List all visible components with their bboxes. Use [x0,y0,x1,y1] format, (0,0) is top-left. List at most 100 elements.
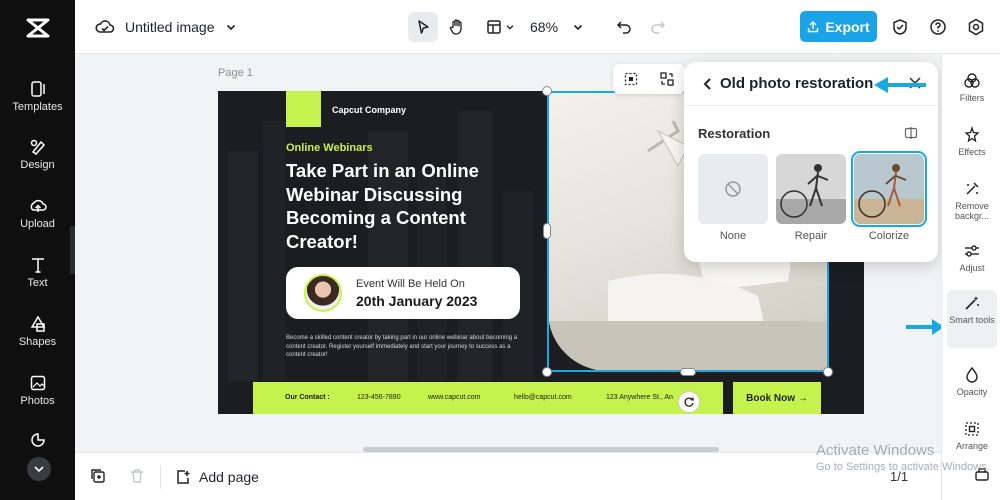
shield-check-icon [893,19,907,35]
select-tool-button[interactable] [408,12,438,42]
contact-phone: 123-456-7890 [357,394,401,401]
pointer-icon [418,20,429,34]
delete-page-icon[interactable] [128,467,146,485]
colorize-preview-image [854,154,924,224]
photos-icon [30,375,45,391]
chevron-down-icon [573,24,583,31]
panel-title: Old photo restoration [720,75,874,92]
smart-tools-icon [965,296,979,310]
rotate-icon [684,397,694,407]
zoom-control[interactable]: 68% [530,12,584,42]
chevron-down-icon [506,25,513,30]
capcut-logo[interactable] [24,14,52,42]
option-thumbnail-repair [776,154,846,224]
rail-item-label: Upload [20,218,55,230]
resize-handle-left[interactable] [543,223,551,239]
tool-smart-tools[interactable]: Smart tools [947,290,997,348]
document-title[interactable]: Untitled image [125,19,215,35]
tool-adjust[interactable]: Adjust [947,238,997,292]
help-button[interactable] [923,12,953,42]
document-title-control[interactable]: Untitled image [95,14,237,40]
cloud-sync-icon [95,20,115,33]
tool-label: Remove backgr... [954,201,990,221]
compare-icon[interactable] [904,126,918,140]
rail-item-upload[interactable]: Upload [0,197,75,247]
redo-button[interactable] [645,12,671,42]
back-button[interactable]: Old photo restoration [702,75,873,92]
help-icon [930,19,946,35]
tool-effects[interactable]: Effects [947,122,997,176]
tool-label: Filters [959,93,985,103]
text-icon [31,258,44,273]
resize-handle-bottom-left[interactable] [542,367,552,377]
watermark-title: Activate Windows [816,442,935,459]
annotation-arrowhead-left [874,77,888,93]
repair-preview-image [776,154,846,224]
export-button[interactable]: Export [800,11,877,42]
logo-block [286,91,321,127]
app-root: Templates Design Upload Text Shapes Phot… [0,0,1000,500]
remove-background-icon [966,182,979,195]
hand-tool-button[interactable] [442,12,472,42]
rail-item-label: Templates [12,101,63,113]
filters-icon [964,73,980,88]
rail-item-design[interactable]: Design [0,138,75,188]
design-icon [30,139,45,155]
crop-select-icon[interactable] [623,71,639,87]
book-now-label: Book Now → [733,382,821,414]
company-name: Capcut Company [332,105,407,115]
tool-remove-background[interactable]: Remove backgr... [947,176,997,234]
option-label: Colorize [868,230,910,242]
zoom-level[interactable]: 68% [530,19,558,35]
opacity-icon [966,366,978,383]
rotate-handle[interactable] [678,391,700,413]
tool-opacity[interactable]: Opacity [947,362,997,416]
chevron-left-icon [703,77,711,90]
replace-image-icon[interactable] [659,71,675,87]
annotation-arrow-header [882,83,926,87]
restoration-option-none[interactable]: None [698,154,768,242]
rail-item-text[interactable]: Text [0,256,75,306]
option-label: None [719,230,747,242]
arrange-icon [965,422,979,436]
add-page-label: Add page [199,469,259,485]
layout-icon [486,20,501,34]
rail-item-templates[interactable]: Templates [0,80,75,130]
contact-label: Our Contact : [285,394,330,401]
right-panel: Filters Effects Remove backgr... Adjust … [941,54,1000,500]
page-label: Page 1 [218,67,253,79]
settings-button[interactable] [961,12,991,42]
resize-handle-bottom-right[interactable] [823,367,833,377]
section-title: Restoration [698,126,771,141]
duplicate-page-icon[interactable] [89,467,107,485]
more-tools-icon[interactable] [30,432,46,448]
tool-label: Effects [958,147,986,157]
rail-expand-button[interactable] [27,457,51,481]
undo-icon [616,21,631,34]
restoration-option-repair[interactable]: Repair [776,154,846,242]
resize-handle-bottom[interactable] [680,368,696,376]
rail-item-photos[interactable]: Photos [0,374,75,424]
top-bar: Untitled image 68% Export [75,0,1000,54]
tool-filters[interactable]: Filters [947,68,997,122]
shield-button[interactable] [885,12,915,42]
contact-bar: Our Contact : 123-456-7890 www.capcut.co… [253,382,723,414]
undo-button[interactable] [611,12,637,42]
rail-item-shapes[interactable]: Shapes [0,315,75,365]
contact-email: hello@capcut.com [514,394,572,401]
gear-icon [968,18,984,36]
rail-item-label: Shapes [18,336,57,348]
add-page-button[interactable]: Add page [175,465,259,489]
layout-tool-button[interactable] [480,12,520,42]
restoration-option-colorize[interactable]: Colorize [851,151,927,242]
bottom-bar: Add page 1/1 [75,452,941,500]
rail-item-label: Text [27,277,48,289]
upload-icon [30,199,47,212]
redo-icon [651,21,666,34]
templates-icon [30,81,45,97]
resize-handle-top-left[interactable] [542,86,552,96]
event-date: 20th January 2023 [356,293,478,309]
avatar [304,274,342,312]
chevron-down-icon [34,466,44,473]
tool-label: Opacity [956,387,988,397]
